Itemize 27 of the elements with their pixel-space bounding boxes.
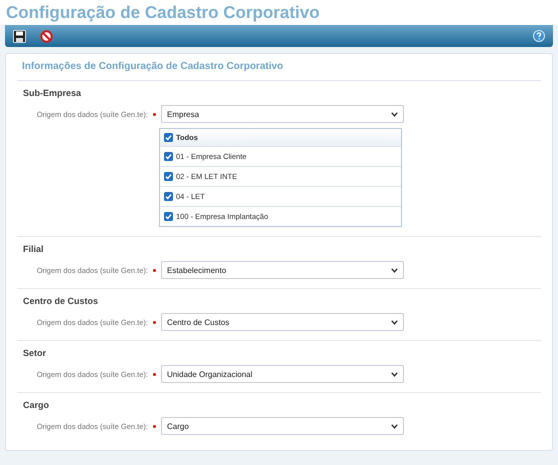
panel-title: Informações de Configuração de Cadastro Corporativo bbox=[17, 61, 541, 81]
source-dropdown[interactable]: Cargo bbox=[161, 417, 404, 435]
checkbox[interactable] bbox=[164, 192, 173, 201]
chevron-down-icon bbox=[391, 320, 398, 324]
help-button[interactable] bbox=[533, 30, 545, 42]
help-icon bbox=[533, 30, 545, 42]
chevron-down-icon bbox=[391, 372, 398, 376]
source-dropdown[interactable]: Unidade Organizacional bbox=[161, 365, 404, 383]
checkbox[interactable] bbox=[164, 152, 173, 161]
checkbox[interactable] bbox=[164, 133, 173, 142]
chevron-down-icon bbox=[391, 424, 398, 428]
section-heading: Cargo bbox=[22, 400, 50, 410]
source-dropdown[interactable]: Centro de Custos bbox=[161, 313, 404, 331]
checkbox[interactable] bbox=[164, 212, 173, 221]
checkbox[interactable] bbox=[164, 172, 173, 181]
section-heading: Sub-Empresa bbox=[22, 88, 82, 98]
cancel-button[interactable] bbox=[40, 30, 53, 42]
section-heading: Filial bbox=[22, 244, 45, 254]
page-title: Configuração de Cadastro Corporativo bbox=[6, 3, 321, 23]
chevron-down-icon bbox=[391, 112, 398, 116]
section-heading: Setor bbox=[22, 348, 48, 358]
source-dropdown[interactable]: Empresa bbox=[161, 105, 404, 123]
source-dropdown[interactable]: Estabelecimento bbox=[161, 261, 404, 279]
prohibited-icon bbox=[40, 30, 53, 42]
save-button[interactable] bbox=[13, 30, 26, 42]
chevron-down-icon bbox=[391, 268, 398, 272]
section-heading: Centro de Custos bbox=[22, 296, 100, 306]
